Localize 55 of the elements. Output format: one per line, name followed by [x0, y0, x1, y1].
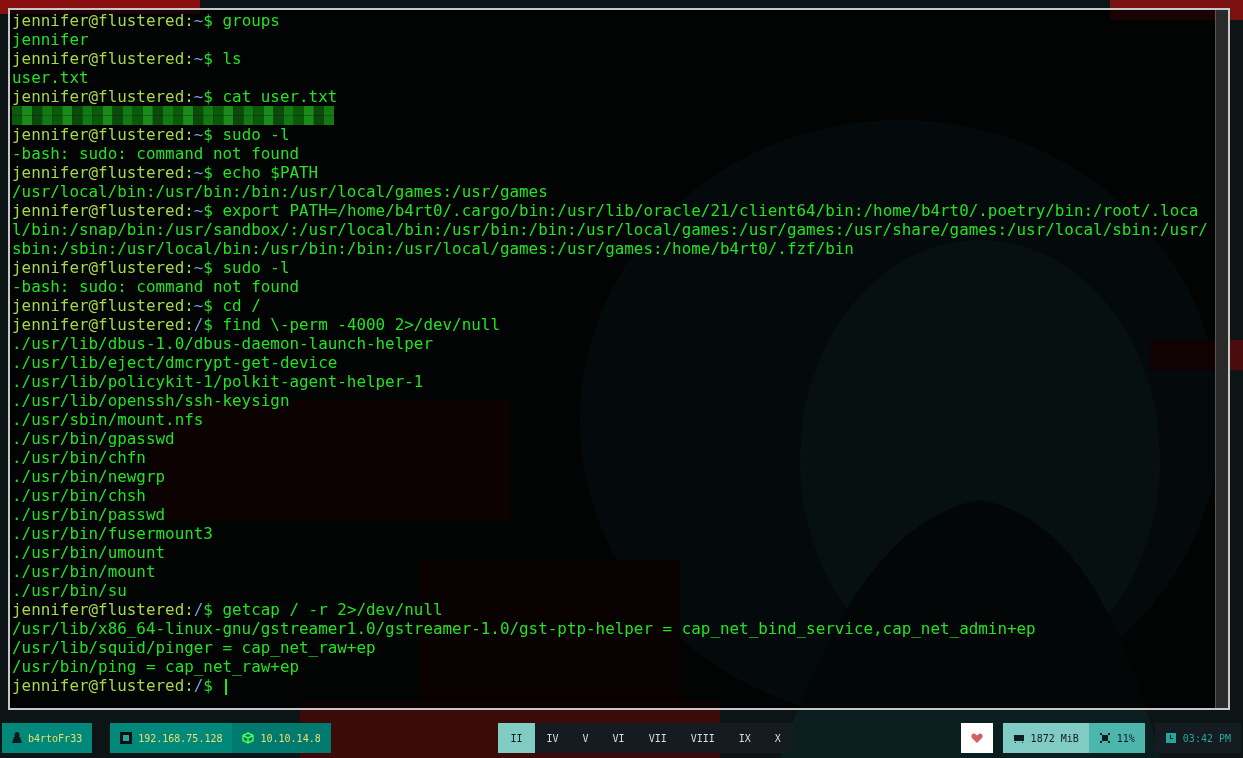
workspace-tab[interactable]: VI [600, 723, 637, 753]
ram-icon [1012, 732, 1025, 744]
output-text: -bash: sudo: command not found [12, 144, 299, 163]
output-text: ./usr/lib/openssh/ssh-keysign [12, 391, 290, 410]
cube-icon [242, 732, 255, 744]
workspace-tab[interactable]: VIII [678, 723, 727, 753]
prompt-line: jennifer@flustered:/$ getcap / -r 2>/dev/null [12, 600, 443, 619]
output-text: ./usr/bin/su [12, 581, 127, 600]
workspace-tab[interactable]: II [498, 723, 535, 753]
output-text: ./usr/bin/chsh [12, 486, 146, 505]
output-text: /usr/local/bin:/usr/bin:/bin:/usr/local/games:/usr/games [12, 182, 548, 201]
output-text: ./usr/bin/mount [12, 562, 156, 581]
output-text: /usr/lib/squid/pinger = cap_net_raw+ep [12, 638, 376, 657]
heart-badge[interactable] [960, 723, 993, 753]
prompt-line: jennifer@flustered:~$ sudo -l [12, 125, 290, 144]
output-text: ./usr/bin/passwd [12, 505, 166, 524]
output-text: ./usr/bin/fusermount3 [12, 524, 213, 543]
prompt-line: jennifer@flustered:/$ find \-perm -4000 2>/dev/null [12, 315, 500, 334]
ethernet-icon [120, 732, 133, 744]
prompt-line: jennifer@flustered:~$ cd / [12, 296, 261, 315]
workspace-tab[interactable]: IX [726, 723, 763, 753]
prompt-line: jennifer@flustered:~$ sudo -l [12, 258, 290, 277]
heart-icon [970, 732, 983, 744]
output-text: /usr/lib/x86_64-linux-gnu/gstreamer1.0/gstreamer-1.0/gst-ptp-helper = cap_net_bind_service,cap_net_admin+ep [12, 619, 1036, 638]
ip-address-text: 10.10.14.8 [260, 732, 321, 744]
output-text: user.txt [12, 68, 89, 87]
cpu-text: 11% [1116, 732, 1135, 744]
clock-icon [1164, 732, 1177, 744]
output-text: ./usr/bin/chfn [12, 448, 146, 467]
prompt-line: jennifer@flustered:~$ ls [12, 49, 242, 68]
output-text: ./usr/bin/gpasswd [12, 429, 175, 448]
prompt-line: jennifer@flustered:~$ cat user.txt [12, 87, 338, 106]
workspace-tab[interactable]: IV [534, 723, 571, 753]
output-text: ./usr/bin/newgrp [12, 467, 166, 486]
clock-text: 03:42 PM [1182, 732, 1231, 744]
chip-icon [1098, 732, 1111, 744]
ip-address-text: 192.168.75.128 [138, 732, 223, 744]
output-text: jennifer [12, 30, 89, 49]
output-text: /usr/bin/ping = cap_net_raw+ep [12, 657, 299, 676]
scrollbar[interactable] [1215, 10, 1228, 708]
output-text: ./usr/sbin/mount.nfs [12, 410, 204, 429]
workspace-tab[interactable]: X [762, 723, 793, 753]
username-text: b4rtoFr33 [28, 732, 83, 744]
prompt-line: jennifer@flustered:/$ [12, 676, 214, 695]
memory-text: 1872 MiB [1030, 732, 1079, 744]
workspace-tab[interactable]: VII [636, 723, 679, 753]
workspace-tab[interactable]: V [570, 723, 601, 753]
output-text: -bash: sudo: command not found [12, 277, 299, 296]
output-text: ./usr/lib/policykit-1/polkit-agent-helper-1 [12, 372, 424, 391]
penguin-icon [12, 732, 22, 744]
output-text: ./usr/lib/eject/dmcrypt-get-device [12, 353, 338, 372]
prompt-line: jennifer@flustered:~$ echo $PATH [12, 163, 319, 182]
prompt-line: jennifer@flustered:~$ groups [12, 11, 280, 30]
output-text: ./usr/bin/umount [12, 543, 166, 562]
output-text: ./usr/lib/dbus-1.0/dbus-daemon-launch-helper [12, 334, 433, 353]
